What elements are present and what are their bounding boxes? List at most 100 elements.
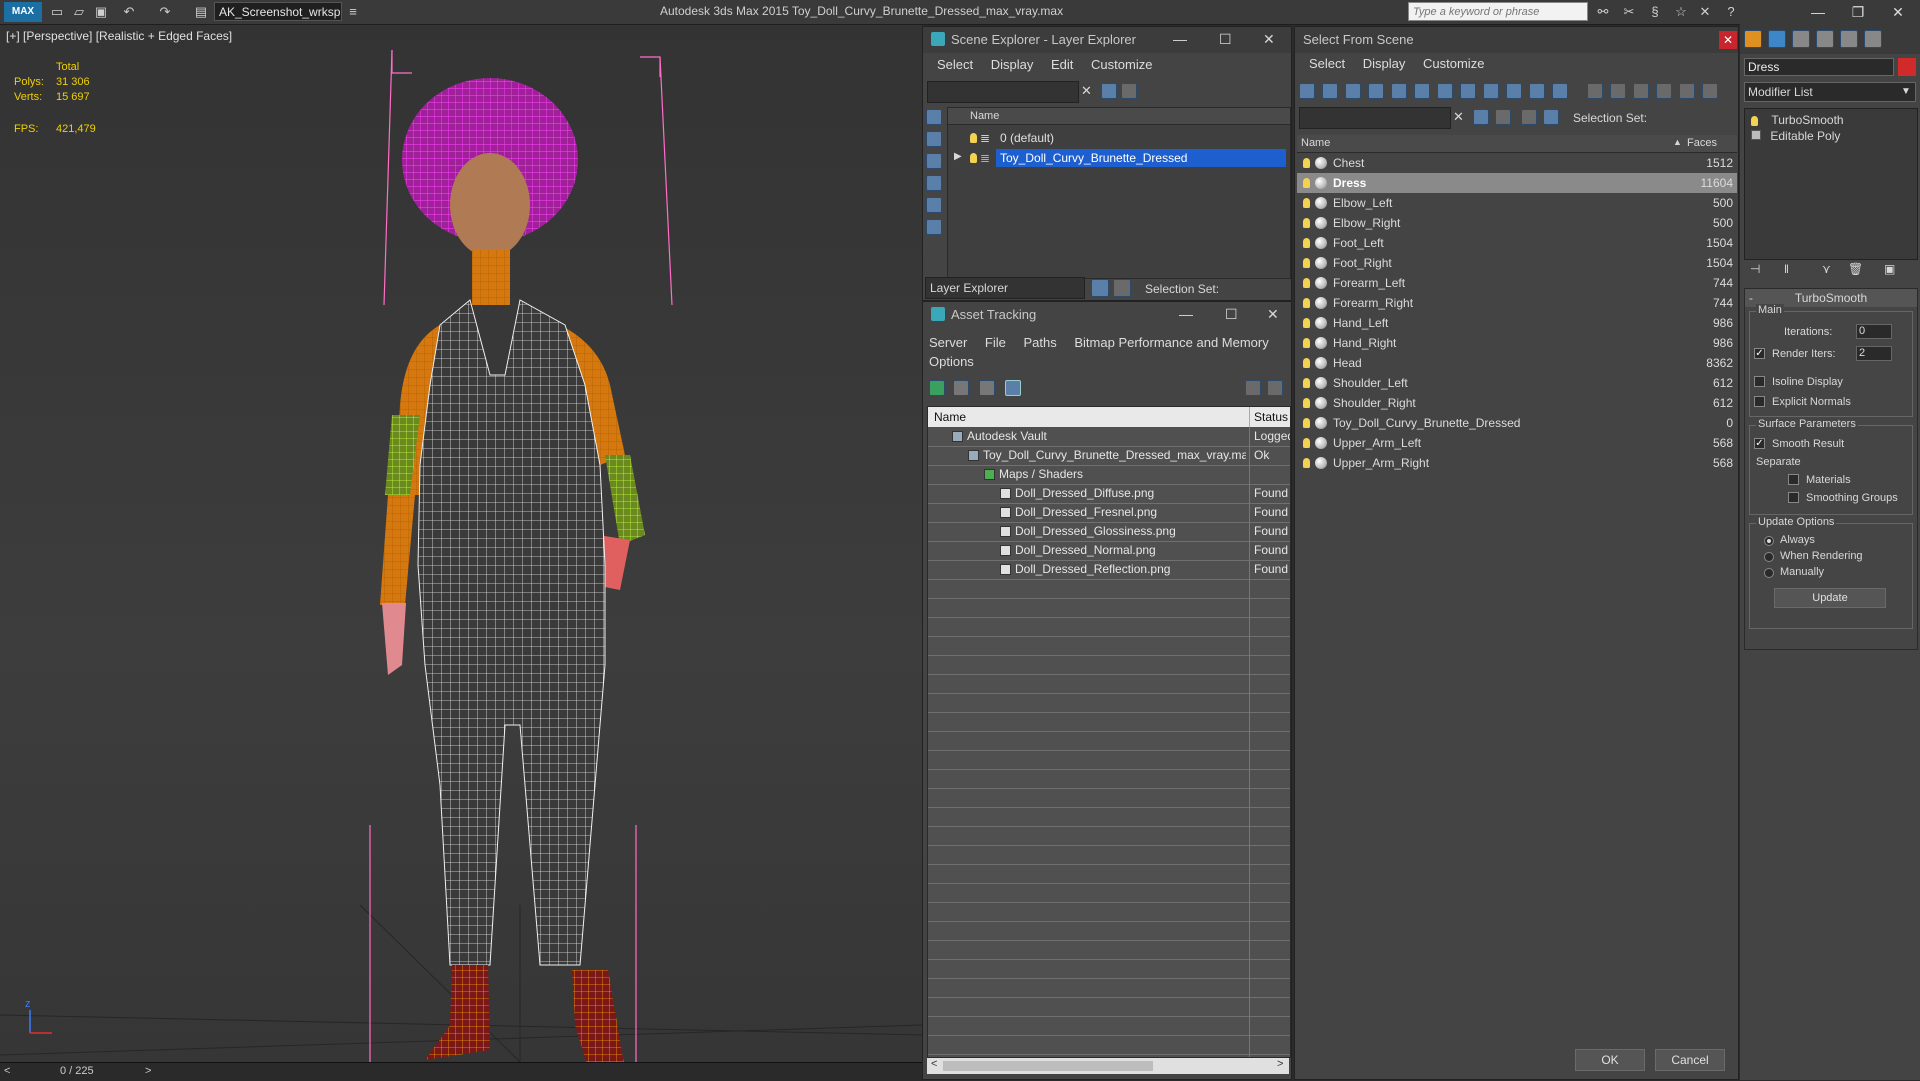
object-row[interactable]: Head 8362: [1297, 353, 1737, 373]
select-layer-mode-icon[interactable]: [1521, 109, 1537, 125]
object-row[interactable]: Shoulder_Right 612: [1297, 393, 1737, 413]
object-visibility-bulb-icon[interactable]: [1303, 378, 1310, 388]
display-none-icon[interactable]: [1610, 83, 1626, 99]
filter-icon[interactable]: [1101, 83, 1117, 99]
select-from-scene-title[interactable]: Select From Scene: [1295, 27, 1738, 53]
layer-name-header[interactable]: Name: [948, 108, 1290, 125]
display-all-icon[interactable]: [1587, 83, 1603, 99]
scene-menu-select[interactable]: Select: [937, 54, 973, 76]
asset-row[interactable]: Maps / Shaders: [928, 465, 1290, 484]
asset-col-name[interactable]: Name: [928, 407, 1250, 427]
asset-horizontal-scrollbar[interactable]: < >: [927, 1058, 1289, 1074]
rollout-collapse-icon[interactable]: -: [1749, 289, 1753, 307]
time-prev-icon[interactable]: <: [4, 1065, 10, 1077]
scene-menu-edit[interactable]: Edit: [1051, 54, 1073, 76]
frozen-filter-icon[interactable]: [1529, 83, 1545, 99]
layers-tool-icon[interactable]: [1121, 83, 1137, 99]
invert-display-icon[interactable]: [1633, 83, 1649, 99]
configure-sets-icon[interactable]: ▣: [1884, 262, 1895, 276]
object-visibility-bulb-icon[interactable]: [1303, 298, 1310, 308]
utilities-tab-icon[interactable]: [1864, 30, 1882, 48]
scroll-thumb[interactable]: [943, 1061, 1153, 1071]
scroll-right-icon[interactable]: >: [1277, 1058, 1283, 1070]
scroll-left-icon[interactable]: <: [931, 1058, 937, 1070]
scene-explorer-close-icon[interactable]: ✕: [1263, 31, 1275, 48]
redo-icon[interactable]: ↷: [156, 3, 174, 21]
layer-row[interactable]: ▶ ≣ Toy_Doll_Curvy_Brunette_Dressed: [948, 149, 1290, 167]
select-menu-select[interactable]: Select: [1309, 53, 1345, 75]
object-color-swatch[interactable]: [1898, 58, 1916, 76]
list-view-icon[interactable]: [953, 380, 969, 396]
hierarchy-mode-icon[interactable]: [1113, 279, 1131, 297]
asset-row[interactable]: Autodesk Vault Logged: [928, 427, 1290, 446]
containers-filter-icon[interactable]: [1506, 83, 1522, 99]
object-visibility-bulb-icon[interactable]: [1303, 438, 1310, 448]
object-row[interactable]: Forearm_Left 744: [1297, 273, 1737, 293]
object-visibility-bulb-icon[interactable]: [1303, 318, 1310, 328]
display-lights-icon[interactable]: [926, 153, 942, 169]
object-col-faces[interactable]: Faces: [1687, 137, 1717, 149]
layer-visibility-bulb-icon[interactable]: [970, 153, 977, 163]
object-col-name[interactable]: Name: [1301, 137, 1330, 149]
perspective-viewport[interactable]: [+] [Perspective] [Realistic + Edged Fac…: [0, 25, 922, 1062]
refresh-icon[interactable]: [929, 380, 945, 396]
render-iters-spinner[interactable]: 2: [1856, 346, 1892, 361]
object-row[interactable]: Forearm_Right 744: [1297, 293, 1737, 313]
modifier-on-bulb-icon[interactable]: [1751, 115, 1758, 126]
update-button[interactable]: Update: [1774, 588, 1886, 608]
scene-explorer-maximize-icon[interactable]: ☐: [1219, 31, 1232, 48]
stack-item-turbosmooth[interactable]: TurboSmooth: [1751, 113, 1844, 127]
make-unique-icon[interactable]: ⋎: [1822, 262, 1831, 276]
scene-menu-customize[interactable]: Customize: [1091, 54, 1152, 76]
subscription-icon[interactable]: §: [1646, 3, 1664, 21]
modify-tab-icon[interactable]: [1768, 30, 1786, 48]
modifier-list-dropdown[interactable]: Modifier List ▼: [1744, 82, 1916, 102]
object-row[interactable]: Chest 1512: [1297, 153, 1737, 173]
object-visibility-bulb-icon[interactable]: [1303, 198, 1310, 208]
exchange-icon[interactable]: ✕: [1696, 3, 1714, 21]
object-visibility-bulb-icon[interactable]: [1303, 338, 1310, 348]
scene-explorer-search-input[interactable]: [927, 81, 1079, 103]
explorer-type-dropdown[interactable]: Layer Explorer: [925, 277, 1085, 299]
menu-icon[interactable]: ≡: [344, 3, 362, 21]
geometry-filter-icon[interactable]: [1299, 83, 1315, 99]
object-visibility-bulb-icon[interactable]: [1303, 458, 1310, 468]
object-visibility-bulb-icon[interactable]: [1303, 278, 1310, 288]
layer-row[interactable]: ≣ 0 (default): [948, 129, 1290, 147]
display-geometry-icon[interactable]: [926, 109, 942, 125]
sort-filter-icon[interactable]: [1656, 83, 1672, 99]
smooth-result-checkbox[interactable]: ✓: [1754, 438, 1765, 449]
display-spacewarps-icon[interactable]: [926, 219, 942, 235]
object-visibility-bulb-icon[interactable]: [1303, 178, 1310, 188]
ok-button[interactable]: OK: [1575, 1049, 1645, 1071]
isoline-checkbox[interactable]: [1754, 376, 1765, 387]
asset-close-icon[interactable]: ✕: [1267, 306, 1279, 323]
project-folder-icon[interactable]: ▤: [192, 3, 210, 21]
asset-row[interactable]: Doll_Dressed_Fresnel.png Found: [928, 503, 1290, 522]
object-visibility-bulb-icon[interactable]: [1303, 418, 1310, 428]
collapse-all-icon[interactable]: [1702, 83, 1718, 99]
hidden-filter-icon[interactable]: [1552, 83, 1568, 99]
pin-stack-icon[interactable]: ⊣: [1750, 262, 1760, 276]
create-tab-icon[interactable]: [1744, 30, 1762, 48]
select-layers-icon[interactable]: [1495, 109, 1511, 125]
thumbnail-view-icon[interactable]: [979, 380, 995, 396]
help-icon[interactable]: ?: [1722, 3, 1740, 21]
iterations-spinner[interactable]: 0: [1856, 324, 1892, 339]
select-from-scene-close-icon[interactable]: ✕: [1719, 31, 1737, 49]
asset-row[interactable]: Doll_Dressed_Reflection.png Found: [928, 560, 1290, 579]
always-radio[interactable]: [1764, 536, 1774, 546]
layer-visibility-bulb-icon[interactable]: [970, 133, 977, 143]
object-visibility-bulb-icon[interactable]: [1303, 158, 1310, 168]
object-row[interactable]: Hand_Left 986: [1297, 313, 1737, 333]
dropdown-arrow-icon[interactable]: ▼: [1901, 83, 1911, 101]
sort-ascending-icon[interactable]: ▲: [1673, 137, 1682, 147]
asset-maximize-icon[interactable]: ☐: [1225, 306, 1238, 323]
shapes-filter-icon[interactable]: [1322, 83, 1338, 99]
object-visibility-bulb-icon[interactable]: [1303, 358, 1310, 368]
object-visibility-bulb-icon[interactable]: [1303, 238, 1310, 248]
asset-menu-options[interactable]: Options: [929, 351, 974, 373]
layer-explorer-mode-icon[interactable]: [1091, 279, 1109, 297]
object-row[interactable]: Foot_Left 1504: [1297, 233, 1737, 253]
display-tab-icon[interactable]: [1840, 30, 1858, 48]
